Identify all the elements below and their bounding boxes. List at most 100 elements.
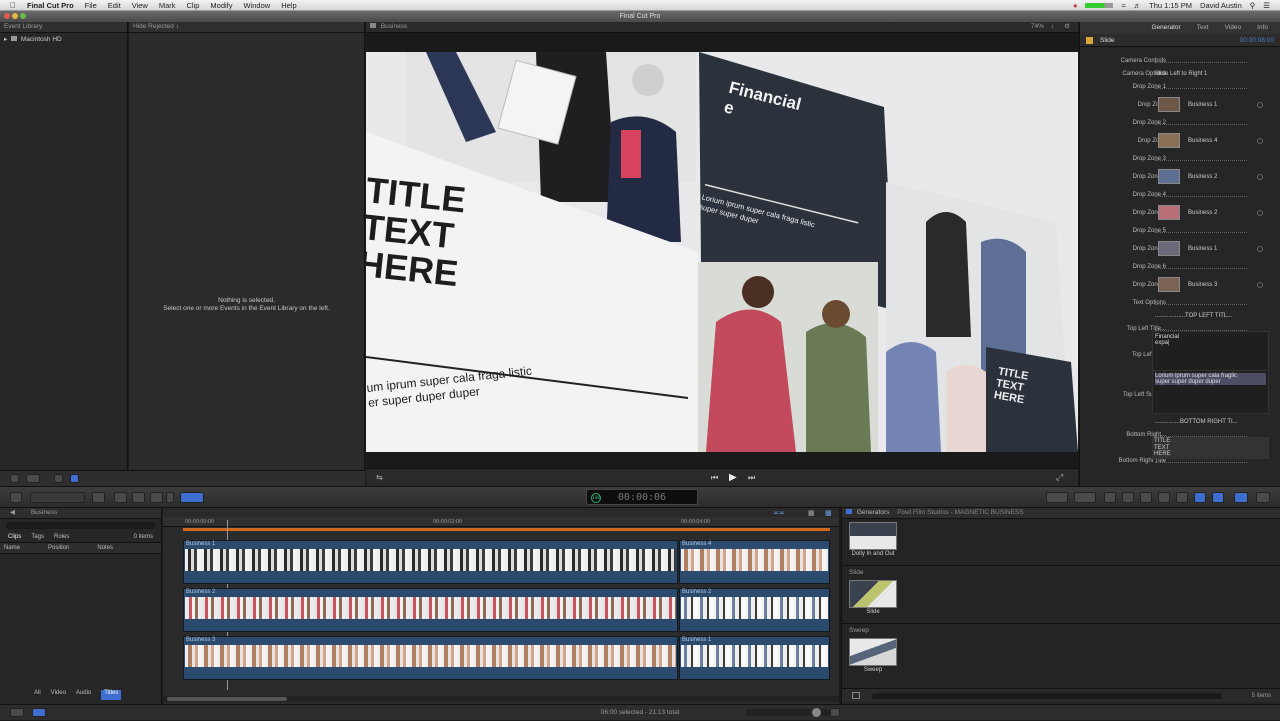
inspector-row-popup[interactable] — [1155, 120, 1247, 125]
track-clip-business-1[interactable]: Business 1 — [183, 540, 678, 584]
tab-text[interactable]: Text — [1197, 22, 1209, 34]
clip-appearance-toggle[interactable] — [830, 708, 840, 717]
inspector-row-popup[interactable] — [1155, 192, 1247, 197]
zoom-dropdown-icon[interactable]: ↕ — [1051, 22, 1054, 32]
track-clip-business-4[interactable]: Business 4 — [679, 540, 830, 584]
inspector-toggle-icon[interactable] — [1256, 492, 1270, 503]
menu-help[interactable]: Help — [281, 1, 296, 10]
track-clip-business-1b[interactable]: Business 1 — [679, 636, 830, 680]
reset-circle-icon[interactable] — [1257, 174, 1263, 180]
zoom-level[interactable]: 74% — [1031, 22, 1044, 32]
drop-zone-thumbnail[interactable] — [1158, 277, 1180, 292]
drop-zone-thumbnail[interactable] — [1158, 241, 1180, 256]
top-left-title-textbox[interactable]: Financial expa| — [1152, 331, 1269, 373]
transitions-icon[interactable] — [1176, 492, 1188, 503]
volume-icon[interactable]: ♬ — [1134, 1, 1142, 10]
filter-all[interactable]: All — [34, 690, 41, 700]
disclosure-triangle-icon[interactable]: ▸ — [4, 36, 7, 43]
generators-search-input[interactable] — [872, 693, 1222, 699]
tab-video[interactable]: Video — [1225, 22, 1242, 34]
view-filmstrip-icon[interactable] — [54, 474, 63, 483]
filter-audio[interactable]: Audio — [76, 690, 91, 700]
close-window-icon[interactable] — [4, 13, 10, 19]
fullscreen-icon[interactable]: ⤢ — [1056, 472, 1063, 483]
inspector-row-popup[interactable] — [1155, 84, 1247, 89]
search-icon[interactable]: ⚲ — [1250, 1, 1256, 10]
keyword-icon[interactable] — [1046, 492, 1068, 503]
dashboard-timecode[interactable]: 100 00:00:06 — [586, 489, 698, 505]
music-icon[interactable] — [1158, 492, 1170, 503]
tab-tags[interactable]: Tags — [31, 534, 44, 540]
inspector-row-value[interactable]: Slide Left to Right 1 — [1155, 71, 1207, 77]
column-name[interactable]: Name — [4, 545, 20, 551]
top-left-subtitle-textbox[interactable]: Lorium iprum super cala fraglic super su… — [1152, 370, 1269, 414]
track-clip-business-2b[interactable]: Business 2 — [679, 588, 830, 632]
append-clip-icon[interactable] — [132, 492, 145, 503]
user-name[interactable]: David Austin — [1200, 1, 1242, 10]
inspector-row-value[interactable]: ...............BOTTOM RIGHT TI... — [1155, 419, 1238, 425]
photo-browser-icon[interactable] — [1122, 492, 1134, 503]
menu-app-name[interactable]: Final Cut Pro — [27, 1, 74, 10]
inspector-row-popup[interactable] — [1155, 264, 1247, 269]
back-arrow-icon[interactable]: ◀ — [10, 509, 15, 516]
generator-thumb-dolly[interactable] — [849, 522, 897, 550]
tab-generator[interactable]: Generator — [1151, 22, 1180, 34]
themes-icon[interactable] — [1234, 492, 1248, 503]
generators-icon[interactable] — [1212, 492, 1224, 503]
inspector-row-popup[interactable] — [1155, 58, 1247, 63]
library-disk-item[interactable]: ▸ Macintosh HD — [0, 33, 127, 45]
reset-circle-icon[interactable] — [1257, 102, 1263, 108]
next-frame-button[interactable]: ⏭ — [748, 473, 755, 483]
sidebar-toggle-icon[interactable] — [852, 692, 860, 699]
drop-zone-thumbnail[interactable] — [1158, 133, 1180, 148]
apple-icon[interactable]:  — [10, 1, 16, 10]
reset-circle-icon[interactable] — [1257, 246, 1263, 252]
drop-zone-thumbnail[interactable] — [1158, 97, 1180, 112]
menu-modify[interactable]: Modify — [210, 1, 232, 10]
timeline-ruler[interactable]: 00:00:00:00 00:00:02:00 00:00:04:00 — [163, 517, 839, 527]
timeline-scrollbar[interactable] — [163, 696, 839, 702]
library-toggle-icon[interactable] — [10, 474, 19, 483]
filter-video[interactable]: Video — [51, 690, 66, 700]
menu-window[interactable]: Window — [244, 1, 271, 10]
drop-zone-thumbnail[interactable] — [1158, 205, 1180, 220]
view-list-icon[interactable] — [70, 474, 79, 483]
menu-clip[interactable]: Clip — [187, 1, 200, 10]
select-tool-icon[interactable] — [180, 492, 204, 503]
timeline-index-icon[interactable] — [32, 708, 46, 717]
action-gear-icon[interactable] — [26, 474, 40, 483]
minimize-window-icon[interactable] — [12, 13, 18, 19]
timeline-scroll-thumb[interactable] — [167, 697, 287, 701]
viewer-transform-icon[interactable]: ⇆ — [376, 473, 383, 482]
track-clip-business-2[interactable]: Business 2 — [183, 588, 678, 632]
overwrite-clip-icon[interactable] — [150, 492, 163, 503]
audio-waveform-icon[interactable]: ≍≍ — [773, 509, 785, 517]
titles-icon[interactable] — [1194, 492, 1206, 503]
inspector-row-popup[interactable] — [1155, 300, 1247, 305]
tab-roles[interactable]: Roles — [54, 534, 69, 540]
edit-buttons-group[interactable] — [30, 492, 85, 503]
tab-clips[interactable]: Clips — [8, 534, 21, 540]
inspector-row-value[interactable]: ..................TOP LEFT TITL... — [1155, 313, 1232, 319]
view-options-icon[interactable]: ⚙ — [1064, 22, 1070, 32]
menu-view[interactable]: View — [132, 1, 148, 10]
reset-circle-icon[interactable] — [1257, 210, 1263, 216]
color-board-icon[interactable] — [1074, 492, 1096, 503]
reset-circle-icon[interactable] — [1257, 138, 1263, 144]
bottom-right-title-textbox[interactable]: TITLE TEXT HERE — [1152, 437, 1269, 459]
track-clip-business-3[interactable]: Business 3 — [183, 636, 678, 680]
clip-appearance-icon[interactable]: ▦ — [808, 509, 815, 517]
generator-thumb-sweep[interactable] — [849, 638, 897, 666]
background-tasks-icon[interactable] — [10, 708, 24, 717]
generator-thumb-slide[interactable] — [849, 580, 897, 608]
project-library-icon[interactable] — [10, 492, 22, 503]
wifi-icon[interactable]: ≈ — [1121, 1, 1125, 10]
index-search-input[interactable] — [6, 522, 155, 529]
notification-icon[interactable]: ☰ — [1263, 1, 1270, 10]
insert-clip-icon[interactable] — [114, 492, 127, 503]
inspector-row-popup[interactable] — [1155, 228, 1247, 233]
connect-dropdown-icon[interactable] — [166, 492, 174, 503]
tab-info[interactable]: Info — [1257, 22, 1268, 34]
menu-mark[interactable]: Mark — [159, 1, 176, 10]
column-position[interactable]: Position — [48, 545, 69, 551]
